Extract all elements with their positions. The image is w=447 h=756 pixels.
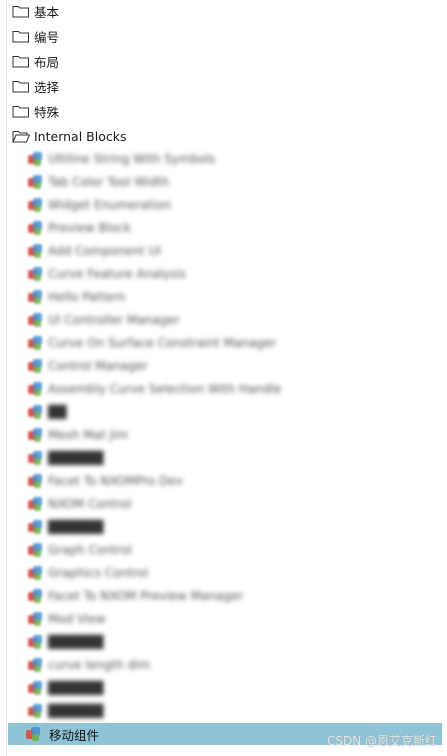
selected-item-label: 移动组件 <box>49 727 100 743</box>
folder-row[interactable]: 基本 <box>12 1 59 21</box>
tree-item[interactable]: Graphics Control <box>28 563 148 583</box>
block-component-icon <box>28 634 43 650</box>
tree-item[interactable]: Facet To NXOMPro Dev <box>28 471 183 491</box>
tree-item-label: Mesh Mat Jim <box>48 428 129 442</box>
tree-item[interactable]: Hello Pattern <box>28 287 125 307</box>
tree-item[interactable]: Mod View <box>28 609 106 629</box>
tree-item-label: Curve Feature Analysis <box>48 267 186 281</box>
tree-item-label: Mod View <box>48 612 106 626</box>
block-component-icon <box>28 335 43 351</box>
tree-item-label: Control Manager <box>48 359 148 373</box>
folder-label: 特殊 <box>34 104 60 120</box>
folder-row[interactable]: 编号 <box>12 26 59 46</box>
folder-row[interactable]: 选择 <box>12 76 59 96</box>
folder-row[interactable]: Internal Blocks <box>12 126 126 146</box>
tree-item-label: NXOM Control <box>48 497 132 511</box>
folder-icon <box>12 29 34 43</box>
tree-item[interactable]: curve length dim <box>28 655 150 675</box>
block-component-icon <box>28 657 43 673</box>
tree-item[interactable]: Add Component UI <box>28 241 161 261</box>
tree-item[interactable]: ██████ <box>28 517 103 537</box>
tree-item-label: UI Controller Manager <box>48 313 180 327</box>
tree-item[interactable]: Curve On Surface Constraint Manager <box>28 333 276 353</box>
watermark: CSDN @恩艾克斯红 <box>326 734 437 748</box>
tree-item-label: ██████ <box>48 635 104 649</box>
folder-label: 布局 <box>34 54 60 70</box>
tree-item[interactable]: ██████ <box>28 678 103 698</box>
block-component-icon <box>28 542 43 558</box>
tree-item-label: Graphics Control <box>48 566 149 580</box>
tree-item[interactable]: Mesh Mat Jim <box>28 425 128 445</box>
tree-item-label: Facet To NXOMPro Dev <box>48 474 183 488</box>
block-component-icon <box>28 243 43 259</box>
tree-item[interactable]: ██████ <box>28 701 103 721</box>
tree-item[interactable]: Control Manager <box>28 356 148 376</box>
tree-item-label: Assembly Curve Selection With Handle <box>48 382 282 396</box>
folder-open-icon <box>12 129 34 143</box>
folder-row[interactable]: 布局 <box>12 51 59 71</box>
tree-item[interactable]: Facet To NXOM Preview Manager <box>28 586 243 606</box>
block-component-icon <box>28 358 43 374</box>
block-component-icon <box>28 519 43 535</box>
tree-item-label: Widget Enumeration <box>48 198 172 212</box>
block-component-icon <box>28 473 43 489</box>
block-component-icon <box>28 266 43 282</box>
tree-item-label: ██████ <box>48 681 104 695</box>
block-component-icon <box>28 450 43 466</box>
folder-icon <box>12 104 34 118</box>
block-component-icon <box>28 220 43 236</box>
folder-label: Internal Blocks <box>34 128 127 144</box>
tree-item-label: Ultiline String With Symbols <box>48 152 216 166</box>
block-component-icon <box>28 312 43 328</box>
folder-row[interactable]: 特殊 <box>12 101 59 121</box>
block-component-icon <box>28 703 43 719</box>
tree-item[interactable]: Widget Enumeration <box>28 195 171 215</box>
block-component-icon <box>28 381 43 397</box>
tree-item[interactable]: ██████ <box>28 448 103 468</box>
tree-item[interactable]: UI Controller Manager <box>28 310 180 330</box>
block-component-icon <box>28 588 43 604</box>
block-component-icon <box>28 427 43 443</box>
folder-icon <box>12 54 34 68</box>
block-component-icon <box>28 151 43 167</box>
folder-label: 选择 <box>34 79 60 95</box>
tree-item-label: Tab Color Tool Width <box>48 175 170 189</box>
tree-item[interactable]: Ultiline String With Symbols <box>28 149 215 169</box>
tree-item-label: ██████ <box>48 520 104 534</box>
tree-item[interactable]: Assembly Curve Selection With Handle <box>28 379 281 399</box>
block-component-icon <box>28 680 43 696</box>
tree-item[interactable]: Curve Feature Analysis <box>28 264 186 284</box>
block-component-icon <box>28 404 43 420</box>
block-component-icon <box>28 289 43 305</box>
tree-item-label: ██████ <box>48 704 104 718</box>
tree-item-label: Curve On Surface Constraint Manager <box>48 336 277 350</box>
folder-label: 基本 <box>34 4 60 20</box>
folder-icon <box>12 4 34 18</box>
tree-item[interactable]: ██ <box>28 402 66 422</box>
tree-item[interactable]: ██████ <box>28 632 103 652</box>
block-component-icon <box>28 565 43 581</box>
tree-item-label: Hello Pattern <box>48 290 126 304</box>
tree-item-label: Facet To NXOM Preview Manager <box>48 589 244 603</box>
tree-item-label: Graph Control <box>48 543 132 557</box>
tree-item-label: Preview Block <box>48 221 131 235</box>
block-tree: 基本编号布局选择特殊 Internal Blocks Ultiline Strin… <box>0 0 447 756</box>
block-component-icon <box>28 496 43 512</box>
tree-item-label: ██ <box>48 405 67 419</box>
tree-item[interactable]: NXOM Control <box>28 494 131 514</box>
tree-guide-line <box>6 0 7 756</box>
block-component-icon <box>28 611 43 627</box>
folder-icon <box>12 79 34 93</box>
tree-item-label: curve length dim <box>48 658 151 672</box>
block-component-icon <box>26 726 41 742</box>
tree-item-label: ██████ <box>48 451 104 465</box>
tree-item[interactable]: Tab Color Tool Width <box>28 172 169 192</box>
folder-label: 编号 <box>34 29 60 45</box>
tree-item-label: Add Component UI <box>48 244 161 258</box>
block-component-icon <box>28 197 43 213</box>
block-component-icon <box>28 174 43 190</box>
tree-item[interactable]: Graph Control <box>28 540 132 560</box>
tree-item[interactable]: Preview Block <box>28 218 131 238</box>
